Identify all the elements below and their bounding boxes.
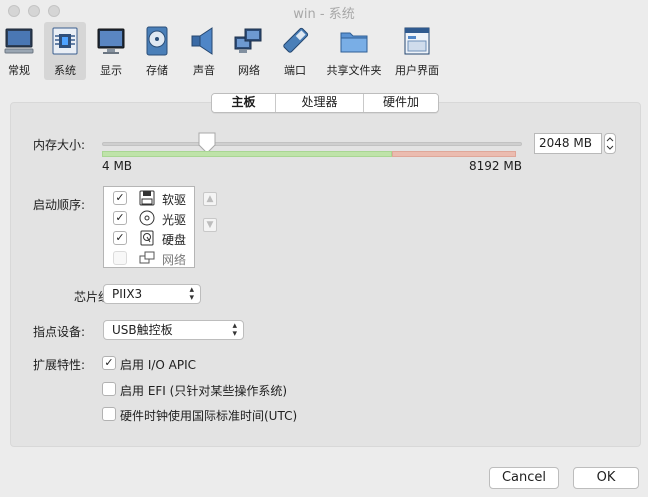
toolbar-item-network[interactable]: 网络: [230, 22, 268, 80]
ui-window-icon: [404, 27, 430, 55]
memory-safe-range: [102, 151, 392, 157]
boot-network-checkbox[interactable]: [113, 251, 127, 265]
boot-item-label: 网络: [162, 253, 187, 267]
toolbar-item-shared-folders[interactable]: 共享文件夹: [326, 22, 382, 80]
toolbar-label: 常规: [8, 64, 30, 77]
pointing-device-value: USB触控板: [112, 323, 173, 337]
efi-label: 启用 EFI (只针对某些操作系统): [120, 384, 288, 398]
folder-icon: [340, 32, 368, 53]
memory-size-input[interactable]: 2048 MB: [534, 133, 602, 154]
title-bar: win - 系统: [0, 0, 648, 22]
boot-move-up-button[interactable]: ▲: [203, 192, 217, 206]
settings-toolbar: 常规 系统 显示 存储 声音 网络 端口 共享文件夹 用户界面: [0, 22, 648, 80]
tab-processor[interactable]: 处理器: [276, 94, 364, 112]
stepper-arrows-icon: [606, 137, 614, 150]
network-icon: [139, 251, 155, 264]
efi-checkbox[interactable]: [102, 382, 116, 396]
memory-stepper[interactable]: [604, 133, 616, 154]
memory-slider-track[interactable]: [102, 142, 522, 146]
chipset-value: PIIX3: [112, 287, 143, 301]
toolbar-label: 声音: [193, 64, 215, 77]
boot-item-network[interactable]: 网络: [104, 248, 194, 268]
toolbar-label: 用户界面: [395, 64, 439, 77]
toolbar-item-system[interactable]: 系统: [44, 22, 86, 80]
pointing-device-select[interactable]: USB触控板 ▴ ▾: [103, 320, 244, 340]
utc-clock-checkbox[interactable]: [102, 407, 116, 421]
toolbar-label: 系统: [54, 64, 76, 77]
toolbar-label: 共享文件夹: [326, 64, 382, 77]
port-icon: [283, 27, 309, 53]
memory-unsafe-range: [392, 151, 516, 157]
tab-acceleration[interactable]: 硬件加速: [364, 94, 438, 112]
display-icon: [97, 28, 125, 54]
boot-hard-disk-checkbox[interactable]: ✓: [113, 231, 127, 245]
tab-bar: 主板 处理器 硬件加速: [211, 93, 439, 113]
toolbar-label: 端口: [284, 64, 306, 77]
chevron-updown-icon: ▴ ▾: [189, 285, 194, 303]
boot-item-hard-disk[interactable]: ✓ 硬盘: [104, 228, 194, 248]
memory-label: 内存大小:: [33, 138, 86, 152]
chevron-updown-icon: ▴ ▾: [232, 321, 237, 339]
boot-order-label: 启动顺序:: [33, 198, 86, 212]
cancel-button[interactable]: Cancel: [489, 467, 559, 489]
memory-min-label: 4 MB: [102, 159, 133, 173]
memory-max-label: 8192 MB: [469, 159, 522, 173]
boot-item-label: 光驱: [162, 213, 187, 227]
toolbar-item-storage[interactable]: 存储: [138, 22, 176, 80]
boot-item-optical[interactable]: ✓ 光驱: [104, 208, 194, 228]
optical-disc-icon: [139, 210, 155, 226]
speaker-icon: [191, 27, 213, 55]
network-icon: [234, 28, 262, 53]
toolbar-item-general[interactable]: 常规: [0, 22, 38, 80]
boot-move-down-button[interactable]: ▼: [203, 218, 217, 232]
chip-icon: [52, 27, 78, 55]
pointing-device-label: 指点设备:: [33, 325, 86, 339]
boot-order-list: ✓ 软驱 ✓ 光驱 ✓ 硬盘 网络: [103, 186, 195, 268]
hard-disk-icon: [140, 230, 154, 246]
floppy-icon: [139, 190, 155, 206]
toolbar-item-display[interactable]: 显示: [92, 22, 130, 80]
utc-clock-label: 硬件时钟使用国际标准时间(UTC): [120, 409, 298, 423]
toolbar-label: 存储: [146, 64, 168, 77]
monitor-icon: [4, 28, 34, 54]
boot-optical-checkbox[interactable]: ✓: [113, 211, 127, 225]
toolbar-label: 显示: [100, 64, 122, 77]
toolbar-item-user-interface[interactable]: 用户界面: [394, 22, 440, 80]
extended-features-label: 扩展特性:: [33, 358, 86, 372]
toolbar-item-ports[interactable]: 端口: [276, 22, 314, 80]
window-title: win - 系统: [293, 7, 355, 22]
boot-item-label: 硬盘: [162, 233, 187, 247]
ok-button[interactable]: OK: [573, 467, 639, 489]
boot-item-floppy[interactable]: ✓ 软驱: [104, 188, 194, 208]
chipset-select[interactable]: PIIX3 ▴ ▾: [103, 284, 201, 304]
disk-icon: [146, 26, 168, 56]
boot-floppy-checkbox[interactable]: ✓: [113, 191, 127, 205]
boot-item-label: 软驱: [162, 193, 187, 207]
toolbar-item-audio[interactable]: 声音: [184, 22, 224, 80]
io-apic-checkbox[interactable]: ✓: [102, 356, 116, 370]
io-apic-label: 启用 I/O APIC: [120, 358, 197, 372]
tab-motherboard[interactable]: 主板: [212, 94, 276, 112]
toolbar-label: 网络: [238, 64, 260, 77]
